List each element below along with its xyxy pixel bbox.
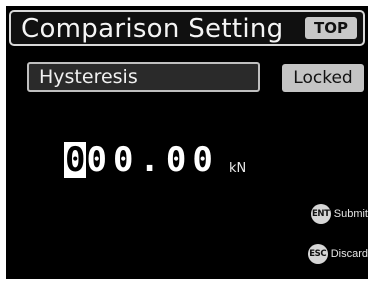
comparison-mode-value: Hysteresis [39,66,138,88]
cursor-digit: 0 [64,140,87,180]
value-input[interactable]: 000.00 [64,142,219,182]
top-button[interactable]: TOP [305,17,357,39]
discard-hint[interactable]: ESC Discard [307,244,368,264]
submit-label: Submit [333,208,368,220]
discard-label: Discard [330,248,368,260]
locked-button[interactable]: Locked [282,64,364,92]
value-digits: 00.00 [86,140,219,180]
unit-label: kN [229,161,247,176]
page-title: Comparison Setting [21,14,284,44]
device-screen: Comparison Setting TOP Hysteresis Locked… [6,6,368,279]
esc-key-icon: ESC [307,244,328,264]
title-bar: Comparison Setting TOP [9,10,365,46]
ent-key-icon: ENT [310,204,331,224]
comparison-mode-field[interactable]: Hysteresis [27,62,260,92]
submit-hint[interactable]: ENT Submit [310,204,368,224]
